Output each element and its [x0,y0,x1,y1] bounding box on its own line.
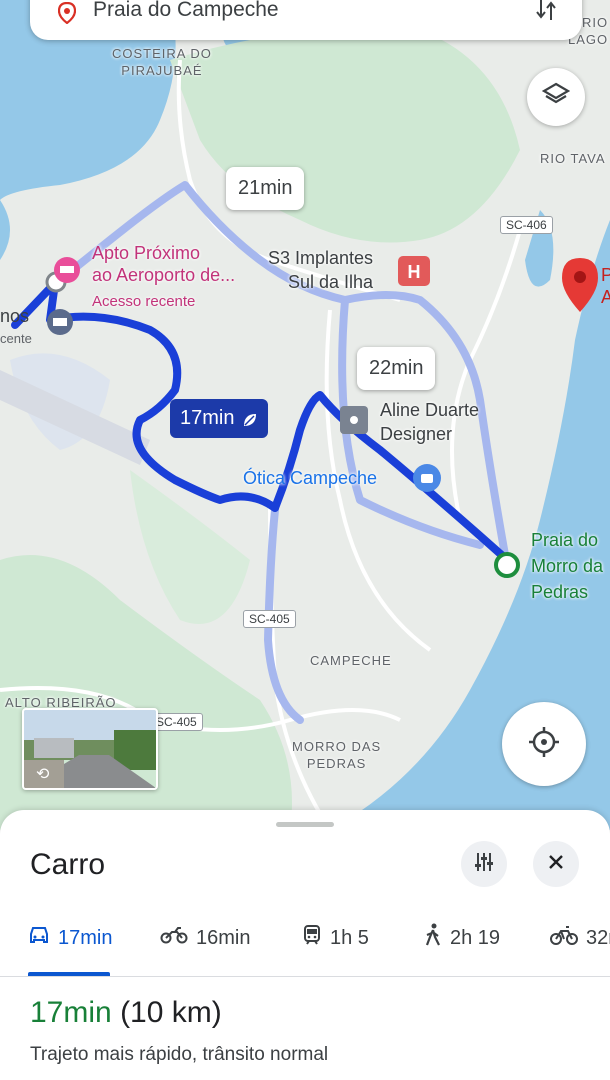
crosshair-icon [527,725,561,764]
map-view[interactable]: H COSTEIRA DO PIRAJUBAÉ RIO LAGO RIO TAV… [0,0,610,830]
street-view-rotate-icon: ⟲ [36,766,50,783]
poi-praia-morro[interactable]: Praia do Morro da Pedras [531,527,603,605]
close-icon [547,853,565,876]
drag-handle[interactable] [276,822,334,827]
directions-sheet[interactable]: Carro 17min 16min 1h 5 2h 19 32 17min (1… [0,810,610,1080]
destination-text[interactable]: Praia do Campeche [93,0,279,22]
route-options-button[interactable] [461,841,507,887]
selected-route-time: 17min [180,407,235,429]
svg-text:H: H [408,262,421,282]
place-rio-tavares: RIO TAVA [540,151,606,166]
location-pin-icon [57,1,77,29]
route-description: Trajeto mais rápido, trânsito normal [30,1044,329,1065]
poi-otica-campeche[interactable]: Ótica Campeche [243,468,377,489]
tab-walk[interactable]: 2h 19 [424,922,500,954]
poi-apto-sub: Acesso recente [92,293,196,310]
bike-icon [550,924,578,952]
my-location-button[interactable] [502,702,586,786]
sliders-icon [473,851,495,878]
street-view-thumbnail[interactable]: ⟲ [22,708,158,790]
motorcycle-icon [160,925,188,951]
road-shield-sc406: SC-406 [500,216,553,234]
car-icon [28,925,50,951]
tab-car-label: 17min [58,926,113,949]
tabs-divider [0,976,610,977]
alt-route-callout-22[interactable]: 22min [357,347,436,390]
destination-bar[interactable]: Praia do Campeche [30,0,582,40]
tab-transit[interactable]: 1h 5 [302,922,369,954]
tab-bike[interactable]: 32r [550,922,610,954]
tab-motorcycle-label: 16min [196,926,251,949]
poi-left-cut: nos [0,306,30,326]
poi-left-cut-sub: cente [0,331,32,346]
tab-motorcycle[interactable]: 16min [160,922,250,954]
walk-icon [424,923,442,953]
swap-direction-icon[interactable] [535,0,557,27]
tab-bike-label: 32r [586,926,610,949]
route-summary[interactable]: 17min (10 km) [30,996,222,1030]
place-campeche: CAMPECHE [310,653,392,668]
poi-s3-implantes[interactable]: S3 Implantes Sul da Ilha [268,246,373,294]
selected-route-callout[interactable]: 17min [170,399,269,438]
tab-walk-label: 2h 19 [450,926,501,949]
eco-leaf-icon [242,411,258,427]
alt-route-callout-21[interactable]: 21min [226,167,305,210]
layers-button[interactable] [527,68,585,126]
place-morro-das-pedras: MORRO DAS PEDRAS [292,739,382,771]
route-duration: 17min [30,996,112,1029]
tab-transit-label: 1h 5 [330,926,369,949]
poi-aline-duarte[interactable]: Aline Duarte Designer [380,398,479,446]
route-destination-marker [494,552,520,578]
train-icon [302,924,322,952]
sheet-title: Carro [30,848,106,881]
road-shield-sc405: SC-405 [243,610,296,628]
poi-destination-label: P A [601,265,610,307]
poi-apto[interactable]: Apto Próximo ao Aeroporto de... [92,242,235,286]
route-distance: (10 km) [120,996,222,1029]
tab-car[interactable]: 17min [28,922,112,954]
close-button[interactable] [533,841,579,887]
layers-icon [541,81,571,114]
place-costeira: COSTEIRA DO PIRAJUBAÉ [112,46,212,78]
